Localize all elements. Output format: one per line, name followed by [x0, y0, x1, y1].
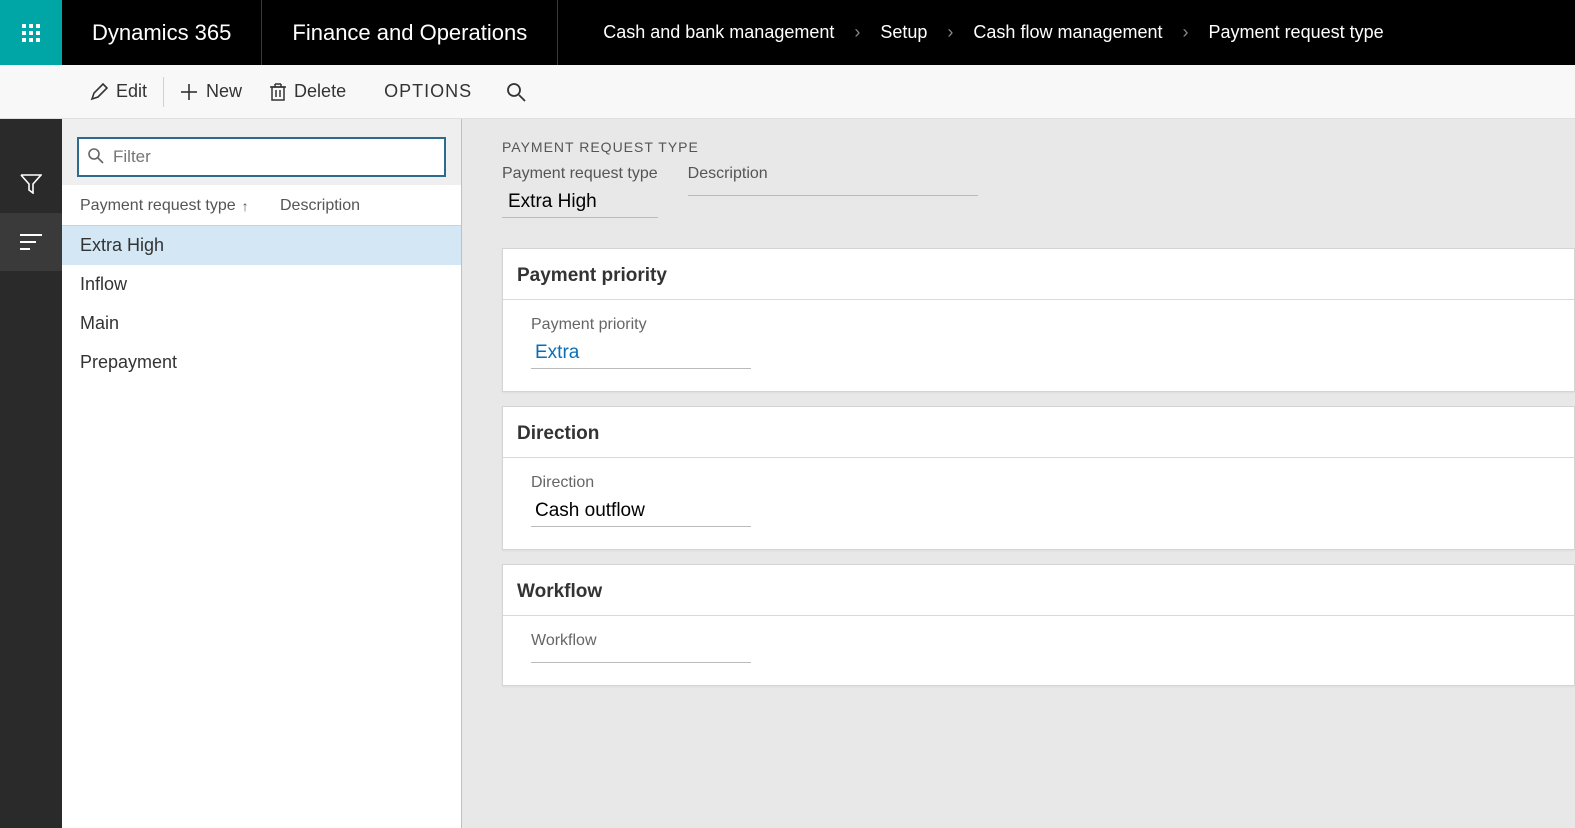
field-label: Payment request type [502, 165, 658, 183]
column-header-type[interactable]: Payment request type ↑ [80, 197, 280, 215]
direction-value[interactable]: Cash outflow [531, 496, 751, 527]
app-launcher-button[interactable] [0, 0, 62, 65]
breadcrumb-item[interactable]: Cash and bank management [603, 22, 834, 43]
list-column-headers: Payment request type ↑ Description [62, 185, 461, 226]
section-payment-priority: Payment priority Payment priority Extra [502, 248, 1575, 392]
brand-title[interactable]: Dynamics 365 [62, 0, 262, 65]
delete-button[interactable]: Delete [256, 65, 360, 118]
chevron-right-icon: › [1183, 22, 1189, 43]
field-label: Payment priority [531, 316, 1546, 334]
breadcrumb: Cash and bank management › Setup › Cash … [558, 22, 1383, 43]
filter-rail-button[interactable] [0, 155, 62, 213]
trash-icon [270, 83, 286, 101]
detail-header: PAYMENT REQUEST TYPE Payment request typ… [462, 119, 1575, 218]
content-area: Payment request type ↑ Description Extra… [62, 119, 1575, 828]
chevron-right-icon: › [947, 22, 953, 43]
options-button[interactable]: OPTIONS [370, 65, 486, 118]
module-title[interactable]: Finance and Operations [262, 0, 558, 65]
workflow-value[interactable] [531, 654, 751, 663]
search-icon [506, 82, 526, 102]
breadcrumb-item[interactable]: Cash flow management [973, 22, 1162, 43]
column-header-description[interactable]: Description [280, 197, 360, 215]
field-type: Payment request type Extra High [502, 165, 658, 218]
field-label: Workflow [531, 632, 1546, 650]
list-icon [20, 234, 42, 250]
filter-input[interactable] [77, 137, 446, 177]
search-button[interactable] [486, 65, 546, 118]
delete-label: Delete [294, 81, 346, 102]
list-rows: Extra High Inflow Main Prepayment [62, 226, 461, 382]
action-bar: Edit New Delete OPTIONS [0, 65, 1575, 119]
list-row[interactable]: Extra High [62, 226, 461, 265]
section-header[interactable]: Payment priority [503, 249, 1574, 300]
top-header: Dynamics 365 Finance and Operations Cash… [0, 0, 1575, 65]
payment-priority-value[interactable]: Extra [531, 338, 751, 369]
breadcrumb-item[interactable]: Payment request type [1209, 22, 1384, 43]
filter-wrap [62, 119, 461, 185]
new-label: New [206, 81, 242, 102]
list-pane: Payment request type ↑ Description Extra… [62, 119, 462, 828]
pencil-icon [90, 83, 108, 101]
list-row[interactable]: Inflow [62, 265, 461, 304]
resize-handle[interactable]: ⋮⋮ [462, 559, 463, 571]
divider [163, 77, 164, 107]
waffle-icon [22, 24, 40, 42]
section-header[interactable]: Direction [503, 407, 1574, 458]
new-button[interactable]: New [166, 65, 256, 118]
list-row[interactable]: Prepayment [62, 343, 461, 382]
plus-icon [180, 83, 198, 101]
filter-icon [20, 174, 42, 194]
field-value-description[interactable] [688, 187, 978, 196]
list-rail-button[interactable] [0, 213, 62, 271]
breadcrumb-item[interactable]: Setup [880, 22, 927, 43]
edit-label: Edit [116, 81, 147, 102]
field-label: Description [688, 165, 978, 183]
sort-asc-icon: ↑ [242, 198, 249, 214]
list-row[interactable]: Main [62, 304, 461, 343]
section-header[interactable]: Workflow [503, 565, 1574, 616]
detail-sections: Payment priority Payment priority Extra … [462, 248, 1575, 686]
detail-title: PAYMENT REQUEST TYPE [502, 139, 1575, 155]
navigation-rail [0, 65, 62, 828]
section-direction: Direction Direction Cash outflow [502, 406, 1575, 550]
field-value-type[interactable]: Extra High [502, 187, 658, 218]
field-label: Direction [531, 474, 1546, 492]
options-label: OPTIONS [384, 81, 472, 102]
section-workflow: Workflow Workflow [502, 564, 1575, 686]
edit-button[interactable]: Edit [76, 65, 161, 118]
detail-pane: ⋮⋮ PAYMENT REQUEST TYPE Payment request … [462, 119, 1575, 828]
chevron-right-icon: › [854, 22, 860, 43]
field-description: Description [688, 165, 978, 218]
